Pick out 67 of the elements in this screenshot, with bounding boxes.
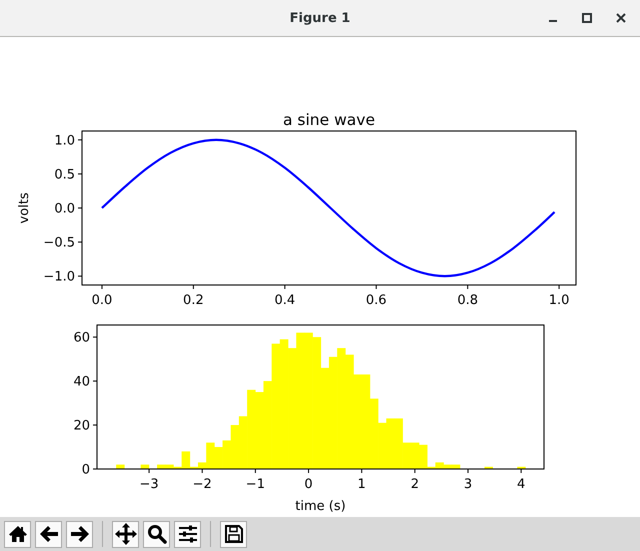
tick-label: 0.2 <box>183 293 204 308</box>
tick-label: 40 <box>73 374 90 390</box>
histogram-bar <box>484 466 493 469</box>
tick-label: 0.0 <box>92 293 112 308</box>
tick-label: −1 <box>246 477 265 492</box>
tick-mark <box>78 242 82 243</box>
tick-label: −2 <box>192 477 212 492</box>
tick-label: 0 <box>82 462 90 478</box>
sliders-icon <box>178 524 198 544</box>
home-icon <box>8 524 28 544</box>
move-arrows-icon <box>114 523 136 545</box>
tick-mark <box>92 380 98 382</box>
axis-label: time (s) <box>295 499 346 514</box>
tick-mark <box>92 468 98 470</box>
window-title: Figure 1 <box>290 10 350 26</box>
tick-mark <box>78 139 82 140</box>
toolbar-button[interactable] <box>174 520 201 548</box>
chart-title: a sine wave <box>283 111 375 129</box>
tick-mark <box>520 468 522 474</box>
tick-mark <box>558 284 560 290</box>
histogram-bar <box>517 466 526 469</box>
tick-mark <box>101 284 102 290</box>
toolbar-button[interactable] <box>220 520 247 548</box>
tick-mark <box>254 468 256 474</box>
tick-mark <box>376 284 377 290</box>
tick-mark <box>284 284 286 290</box>
tick-label: 0.8 <box>457 293 478 308</box>
tick-label: 60 <box>73 330 90 346</box>
tick-label: 0.4 <box>274 293 296 308</box>
tick-mark <box>148 468 150 474</box>
tick-mark <box>308 468 310 474</box>
tick-mark <box>361 468 362 474</box>
toolbar-button[interactable] <box>66 520 93 548</box>
magnifier-icon <box>146 524 166 544</box>
tick-mark <box>467 284 468 290</box>
tick-mark <box>78 173 82 174</box>
tick-label: −1.0 <box>43 270 75 285</box>
tick-label: −0.5 <box>43 236 75 251</box>
tick-mark <box>92 336 98 338</box>
tick-label: 0.5 <box>54 167 75 182</box>
tick-label: 3 <box>464 477 472 492</box>
tick-mark <box>192 284 194 290</box>
toolbar-button[interactable] <box>4 520 31 548</box>
tick-label: 0 <box>304 477 313 492</box>
tick-label: 1.0 <box>548 293 570 308</box>
histogram-bar <box>140 464 150 469</box>
axis-label: volts <box>17 192 32 224</box>
toolbar-button[interactable] <box>143 520 170 548</box>
tick-mark <box>78 276 82 277</box>
tick-mark <box>414 468 416 474</box>
tick-label: 0.6 <box>366 293 387 308</box>
tick-label: 20 <box>73 418 90 434</box>
histogram-bar <box>116 464 125 469</box>
forward-arrow-icon <box>70 524 90 544</box>
back-arrow-icon <box>38 524 58 544</box>
toolbar-button[interactable] <box>112 520 139 548</box>
tick-mark <box>92 424 98 426</box>
maximize-icon[interactable] <box>582 13 592 23</box>
tick-label: 1 <box>358 477 366 492</box>
close-icon[interactable] <box>616 13 626 23</box>
tick-label: 0.0 <box>54 202 75 216</box>
tick-label: −3 <box>140 477 159 492</box>
tick-label: 4 <box>517 477 526 492</box>
tick-label: 1.0 <box>54 133 75 148</box>
tick-mark <box>202 468 203 474</box>
tick-label: 2 <box>410 477 419 492</box>
toolbar-button[interactable] <box>35 520 62 548</box>
